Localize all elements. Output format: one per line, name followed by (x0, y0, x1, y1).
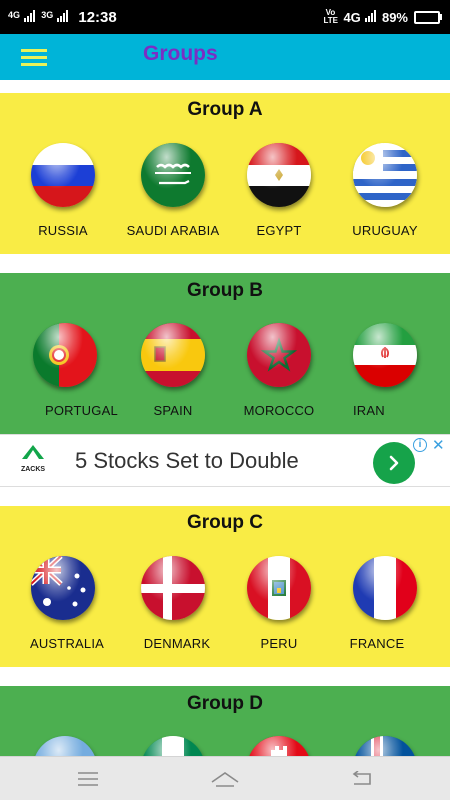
clock: 12:38 (78, 8, 117, 26)
group-card-a[interactable]: Group A RUSSIA SAUDI ARABIA EGYPT URUGUA… (0, 93, 450, 254)
morocco-flag-icon (247, 323, 311, 387)
battery-icon (414, 10, 442, 24)
peru-flag-icon (247, 556, 311, 620)
team-name: AUSTRALIA (29, 636, 105, 651)
australia-flag-icon (31, 556, 95, 620)
zacks-logo: ZACKS (16, 445, 50, 473)
chevron-right-icon[interactable] (373, 442, 415, 484)
page-title: Groups (143, 42, 218, 65)
network-3-indicator: 4G (343, 9, 376, 26)
team-spain[interactable]: SPAIN (118, 323, 228, 418)
team-name: URUGUAY (352, 223, 418, 238)
screen: 4G 3G 12:38 Vo LTE 4G 89% Groups Group A… (0, 0, 450, 800)
team-morocco[interactable]: MOROCCO (224, 323, 334, 418)
team-nigeria[interactable] (118, 736, 228, 756)
ad-banner[interactable]: ZACKS 5 Stocks Set to Double i ✕ (0, 434, 450, 487)
hamburger-menu-icon[interactable] (11, 34, 57, 80)
team-croatia[interactable] (224, 736, 334, 756)
signal-icon (364, 9, 376, 22)
team-name: DENMARK (143, 636, 211, 651)
denmark-flag-icon (141, 556, 205, 620)
info-icon[interactable]: i (413, 438, 427, 452)
signal-icon (57, 9, 69, 22)
team-iceland[interactable] (330, 736, 440, 756)
team-denmark[interactable]: DENMARK (118, 556, 228, 651)
egypt-flag-icon (247, 143, 311, 207)
network-2-label: 3G (41, 9, 54, 20)
team-russia[interactable]: RUSSIA (8, 143, 118, 238)
team-name: MOROCCO (243, 403, 315, 418)
network-2-indicator: 3G (41, 9, 69, 26)
team-france[interactable]: FRANCE (330, 556, 440, 651)
argentina-flag-icon (33, 736, 97, 756)
network-3-label: 4G (343, 9, 361, 25)
iran-flag-icon (353, 323, 417, 387)
group-title: Group D (187, 693, 263, 714)
team-name: FRANCE (349, 636, 405, 651)
group-title: Group A (187, 99, 263, 120)
nav-menu-icon[interactable] (68, 767, 108, 791)
team-uruguay[interactable]: URUGUAY (330, 143, 440, 238)
team-egypt[interactable]: EGYPT (224, 143, 334, 238)
group-title: Group B (187, 280, 263, 301)
signal-icon (24, 9, 36, 22)
france-flag-icon (353, 556, 417, 620)
team-australia[interactable]: AUSTRALIA (8, 556, 118, 651)
status-right: Vo LTE 4G 89% (323, 9, 442, 26)
spain-flag-icon (141, 323, 205, 387)
team-name: SAUDI ARABIA (126, 223, 220, 238)
team-name: SPAIN (153, 403, 193, 418)
saudi-arabia-flag-icon (141, 143, 205, 207)
team-name: RUSSIA (38, 223, 88, 238)
portugal-flag-icon (33, 323, 97, 387)
ad-headline[interactable]: 5 Stocks Set to Double (75, 448, 299, 474)
group-card-d[interactable]: Group D (0, 686, 450, 756)
zacks-logo-mark (22, 445, 44, 459)
iceland-flag-icon (353, 736, 417, 756)
close-icon[interactable]: ✕ (432, 436, 445, 454)
status-bar: 4G 3G 12:38 Vo LTE 4G 89% (0, 0, 450, 34)
croatia-flag-icon (247, 736, 311, 756)
group-card-c[interactable]: Group C AUSTRALIA DENMARK PERU FRANCE (0, 506, 450, 667)
team-name: PORTUGAL (45, 403, 118, 418)
uruguay-flag-icon (353, 143, 417, 207)
app-bar: Groups (0, 34, 450, 80)
group-card-b[interactable]: Group B PORTUGAL SPAIN MOROCCO IRAN (0, 273, 450, 434)
network-1-label: 4G (8, 9, 21, 20)
battery-percent: 89% (381, 9, 408, 25)
group-title: Group C (187, 512, 263, 533)
volte-label: Vo LTE (323, 8, 338, 25)
nigeria-flag-icon (141, 736, 205, 756)
status-left: 4G 3G 12:38 (8, 9, 117, 26)
ad-brand: ZACKS (20, 466, 46, 473)
navigation-bar (0, 756, 450, 800)
team-portugal[interactable]: PORTUGAL (10, 323, 120, 418)
network-1-indicator: 4G (8, 9, 36, 26)
russia-flag-icon (31, 143, 95, 207)
team-name: IRAN (353, 403, 385, 418)
team-argentina[interactable] (10, 736, 120, 756)
home-icon[interactable] (205, 767, 245, 791)
back-icon[interactable] (342, 767, 382, 791)
team-iran[interactable]: IRAN (330, 323, 440, 418)
team-name: EGYPT (256, 223, 302, 238)
team-saudi-arabia[interactable]: SAUDI ARABIA (118, 143, 228, 238)
